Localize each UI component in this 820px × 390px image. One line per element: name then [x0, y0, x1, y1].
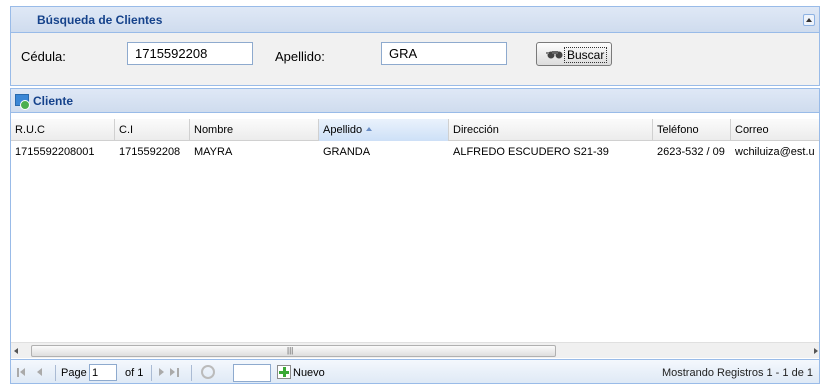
paging-toolbar: Page 1 of 1 Nuevo Mostrando Registros 1 …	[11, 359, 819, 383]
grid-header: Cliente	[11, 89, 819, 113]
column-header-ruc[interactable]: R.U.C	[11, 119, 115, 141]
horizontal-scrollbar[interactable]: |||	[11, 342, 819, 358]
separator	[151, 365, 152, 381]
apellido-field[interactable]: GRA	[381, 42, 507, 65]
column-header-telefono[interactable]: Teléfono	[653, 119, 731, 141]
table-row[interactable]: 1715592208001 1715592208 MAYRA GRANDA AL…	[11, 142, 819, 162]
binoculars-icon	[546, 51, 563, 59]
sort-ascending-icon	[366, 127, 373, 131]
cell-ruc: 1715592208001	[15, 146, 95, 158]
column-header-direccion[interactable]: Dirección	[449, 119, 653, 141]
page-number-input[interactable]: 1	[89, 364, 117, 381]
grid-title: Cliente	[33, 94, 74, 108]
cell-nombre: MAYRA	[194, 146, 233, 158]
grip-icon: |||	[287, 346, 294, 355]
cell-apellido: GRANDA	[323, 146, 371, 158]
separator	[191, 365, 192, 381]
cell-ci: 1715592208	[119, 146, 181, 158]
add-icon[interactable]	[277, 365, 291, 379]
apellido-label: Apellido:	[275, 49, 325, 64]
filter-input[interactable]	[233, 364, 271, 382]
search-panel-title: Búsqueda de Clientes	[37, 13, 163, 27]
search-panel: Búsqueda de Clientes Cédula: 1715592208 …	[10, 6, 820, 86]
column-header-apellido[interactable]: Apellido	[319, 119, 449, 141]
search-button[interactable]: Buscar	[536, 42, 612, 66]
cedula-field[interactable]: 1715592208	[127, 42, 253, 65]
collapse-icon[interactable]	[803, 14, 815, 26]
cell-direccion: ALFREDO ESCUDERO S21-39	[453, 146, 609, 158]
first-page-icon[interactable]	[17, 368, 25, 377]
scroll-left-icon[interactable]	[14, 348, 18, 354]
page-count-label: of 1	[125, 367, 144, 379]
column-header-nombre[interactable]: Nombre	[190, 119, 319, 141]
search-form: Cédula: 1715592208 Apellido: GRA Buscar	[11, 33, 819, 85]
refresh-icon[interactable]	[201, 365, 215, 379]
table-icon	[15, 94, 30, 110]
column-header-ci[interactable]: C.I	[115, 119, 190, 141]
search-button-label: Buscar	[564, 47, 608, 63]
column-headers: R.U.C C.I Nombre Apellido Dirección Telé…	[11, 119, 819, 141]
search-panel-header: Búsqueda de Clientes	[11, 7, 819, 33]
next-page-icon[interactable]	[159, 368, 164, 376]
client-grid-panel: Cliente R.U.C C.I Nombre Apellido Direcc…	[10, 88, 820, 384]
new-button[interactable]: Nuevo	[293, 367, 325, 379]
scrollbar-thumb[interactable]: |||	[31, 345, 556, 357]
records-status: Mostrando Registros 1 - 1 de 1	[661, 367, 813, 379]
page-label: Page	[61, 367, 87, 379]
cell-correo: wchiluiza@est.u	[735, 146, 815, 158]
separator	[55, 365, 56, 381]
cell-telefono: 2623-532 / 09	[657, 146, 725, 158]
last-page-icon[interactable]	[170, 368, 179, 377]
cedula-label: Cédula:	[21, 49, 66, 64]
scroll-right-icon[interactable]	[814, 348, 818, 354]
column-header-correo[interactable]: Correo	[731, 119, 819, 141]
prev-page-icon[interactable]	[37, 368, 42, 376]
